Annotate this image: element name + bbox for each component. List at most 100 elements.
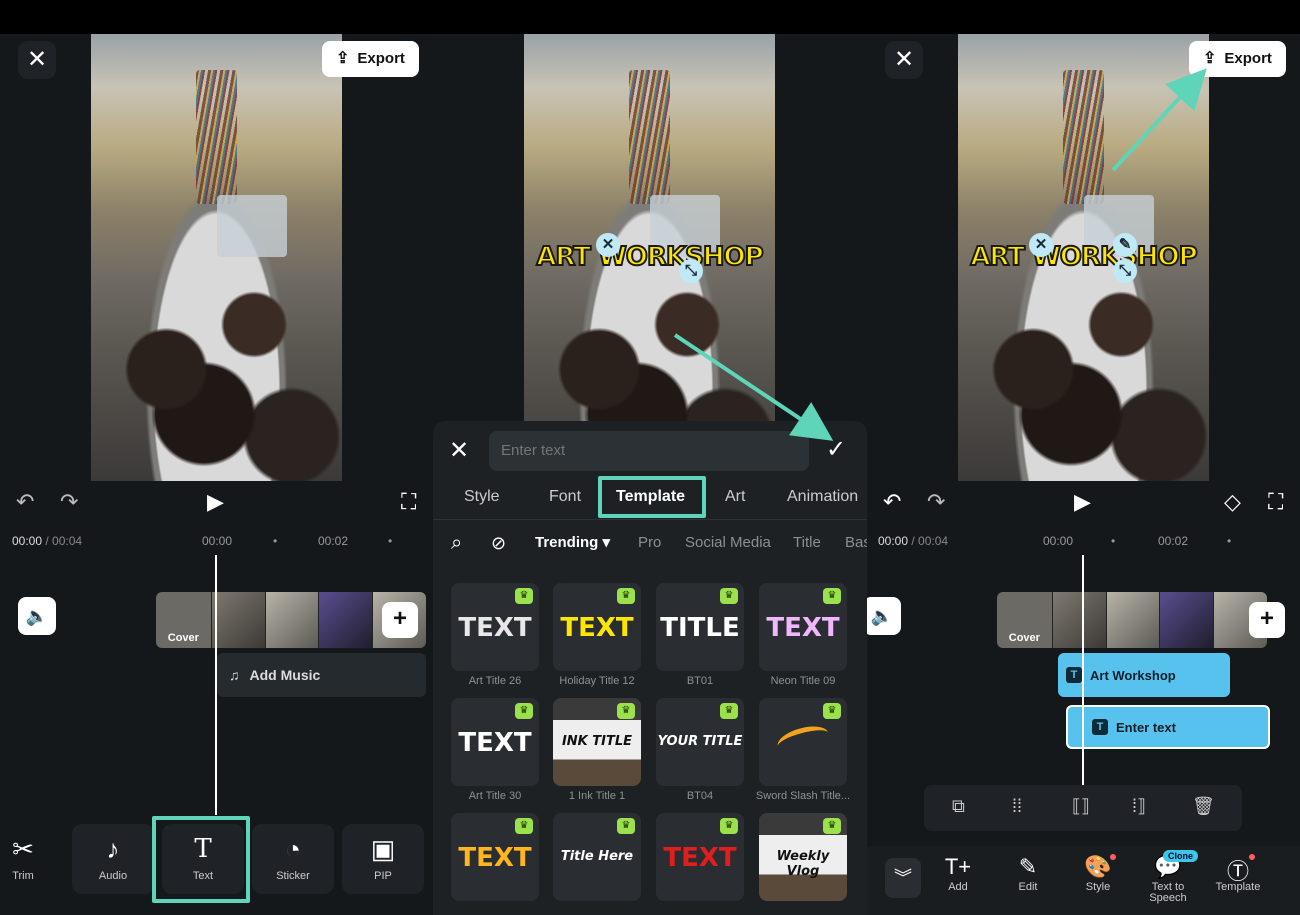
undo-icon[interactable]: ↶: [883, 489, 901, 515]
export-label: Export: [1224, 50, 1272, 67]
tool-audio[interactable]: ♪ Audio: [72, 824, 154, 894]
template-card[interactable]: ♛ INK TITLE: [553, 698, 641, 786]
mute-audio-button[interactable]: 🔈: [867, 597, 901, 635]
time-current: 00:00: [12, 534, 43, 548]
scissors-icon: ✂: [12, 834, 34, 864]
template-card[interactable]: ♛ Title Here: [553, 813, 641, 901]
delete-text-handle-icon[interactable]: ✕: [1029, 233, 1053, 257]
video-preview[interactable]: ART WORKSHOP: [958, 34, 1209, 481]
template-preview-text: Title Here: [560, 849, 634, 864]
cover-thumbnail[interactable]: Cover: [997, 592, 1052, 648]
category-basic[interactable]: Bas: [845, 531, 867, 555]
template-card[interactable]: ♛ YOUR TITLE: [656, 698, 744, 786]
close-button[interactable]: ✕: [885, 41, 923, 79]
fullscreen-icon[interactable]: ⛶: [1268, 489, 1283, 515]
cover-thumbnail[interactable]: Cover: [156, 592, 211, 648]
tool-sticker[interactable]: ◔ Sticker: [252, 824, 334, 894]
premium-crown-icon: ♛: [617, 818, 635, 834]
keyframe-icon[interactable]: ◇: [1224, 489, 1241, 515]
add-clip-button[interactable]: +: [1249, 602, 1285, 638]
category-title[interactable]: Title: [793, 531, 821, 555]
video-preview[interactable]: ART WORKSHOP: [524, 34, 775, 481]
collapse-chevron-icon[interactable]: ︾: [885, 858, 921, 898]
tab-art[interactable]: Art: [725, 483, 745, 511]
export-button[interactable]: ⇪ Export: [1189, 41, 1286, 77]
template-caption: Sword Slash Title...: [755, 790, 851, 802]
resize-handle-icon[interactable]: ⤡: [679, 259, 703, 283]
overlay-title-text[interactable]: ART WORKSHOP: [958, 241, 1209, 273]
pip-icon: ▣: [370, 834, 396, 864]
redo-icon[interactable]: ↷: [927, 489, 945, 515]
template-preview-text: TEXT: [458, 728, 532, 758]
toolbar-template[interactable]: Ⓣ Template: [1203, 854, 1273, 893]
trim-end-icon[interactable]: ⁞⟧: [1132, 796, 1146, 817]
premium-crown-icon: ♛: [515, 588, 533, 604]
delete-text-handle-icon[interactable]: ✕: [596, 233, 620, 257]
no-template-icon[interactable]: ⊘: [491, 531, 506, 555]
tab-style[interactable]: Style: [464, 483, 500, 511]
play-icon[interactable]: ▶: [207, 489, 224, 515]
export-button[interactable]: ⇪ Export: [322, 41, 419, 77]
add-clip-button[interactable]: +: [382, 602, 418, 638]
category-pro[interactable]: Pro: [638, 531, 661, 555]
text-input[interactable]: [489, 431, 809, 471]
trim-start-icon[interactable]: ⟦⟧: [1072, 796, 1090, 817]
delete-icon[interactable]: 🗑: [1192, 796, 1215, 817]
template-card[interactable]: ♛ TEXT: [656, 813, 744, 901]
text-editor-sheet: ✕ ✓ Style Font Template Art Animation ⌕ …: [433, 421, 867, 915]
template-caption: 1 Ink Title 1: [568, 790, 626, 802]
tick-dot: •: [1111, 534, 1116, 548]
clone-badge: Clone: [1163, 850, 1199, 862]
add-music-button[interactable]: ♫ Add Music: [217, 653, 426, 697]
tab-animation[interactable]: Animation: [787, 483, 858, 511]
category-label: Trending: [535, 534, 599, 551]
video-preview[interactable]: [91, 34, 342, 481]
add-music-label: Add Music: [249, 667, 321, 683]
split-icon[interactable]: ⁞⁞: [1012, 796, 1022, 817]
toolbar-add[interactable]: T+ Add: [923, 854, 993, 893]
tab-font[interactable]: Font: [549, 483, 581, 511]
template-card[interactable]: ♛ TEXT: [759, 583, 847, 671]
clip-frame: [318, 592, 373, 648]
video-clip-strip[interactable]: Cover: [997, 592, 1267, 648]
template-card[interactable]: ♛ TEXT: [451, 698, 539, 786]
tick-label: 00:02: [1158, 534, 1189, 548]
template-preview-text: TITLE: [660, 613, 740, 643]
template-caption: Holiday Title 12: [559, 675, 635, 687]
template-card[interactable]: ♛ TEXT: [451, 583, 539, 671]
premium-crown-icon: ♛: [823, 818, 841, 834]
playhead[interactable]: [215, 555, 217, 815]
toolbar-edit[interactable]: ✎ Edit: [993, 854, 1063, 893]
close-button[interactable]: ✕: [18, 41, 56, 79]
close-icon[interactable]: ✕: [449, 436, 469, 465]
template-card[interactable]: ♛: [759, 698, 847, 786]
tool-pip[interactable]: ▣ PIP: [342, 824, 424, 894]
template-caption: Art Title 30: [468, 790, 522, 802]
edit-handle-icon[interactable]: ✎: [1113, 233, 1137, 257]
play-icon[interactable]: ▶: [1074, 489, 1091, 515]
tick-dot: •: [273, 534, 278, 548]
overlay-title-text[interactable]: ART WORKSHOP: [524, 241, 775, 273]
category-social-media[interactable]: Social Media: [685, 531, 771, 555]
text-edit-panel: ART WORKSHOP ✕ ✎ ⤡ ✕ ⇪ Export ↶ ↷ ▶ ◇ ⛶ …: [867, 34, 1300, 915]
confirm-check-icon[interactable]: ✓: [826, 435, 846, 464]
template-card[interactable]: ♛ Weekly Vlog: [759, 813, 847, 901]
template-card[interactable]: ♛ TEXT: [553, 583, 641, 671]
toolbar-label: Text to Speech: [1149, 881, 1187, 904]
mute-audio-button[interactable]: 🔈: [18, 597, 56, 635]
template-card[interactable]: ♛ TITLE: [656, 583, 744, 671]
search-icon[interactable]: ⌕: [451, 531, 462, 555]
template-card[interactable]: ♛ TEXT: [451, 813, 539, 901]
add-text-icon: T+: [944, 854, 972, 879]
redo-icon[interactable]: ↷: [60, 489, 78, 515]
text-track-enter-text[interactable]: T Enter text: [1066, 705, 1270, 749]
tool-trim[interactable]: ✂ Trim: [0, 824, 64, 894]
resize-handle-icon[interactable]: ⤡: [1113, 259, 1137, 283]
duplicate-icon[interactable]: ⧉: [952, 796, 965, 817]
category-trending[interactable]: Trending ▾: [535, 531, 610, 555]
fullscreen-icon[interactable]: ⛶: [401, 489, 416, 515]
toolbar-style[interactable]: 🎨 Style: [1063, 854, 1133, 893]
undo-icon[interactable]: ↶: [16, 489, 34, 515]
playhead[interactable]: [1082, 555, 1084, 785]
clip-frame: [264, 592, 319, 648]
